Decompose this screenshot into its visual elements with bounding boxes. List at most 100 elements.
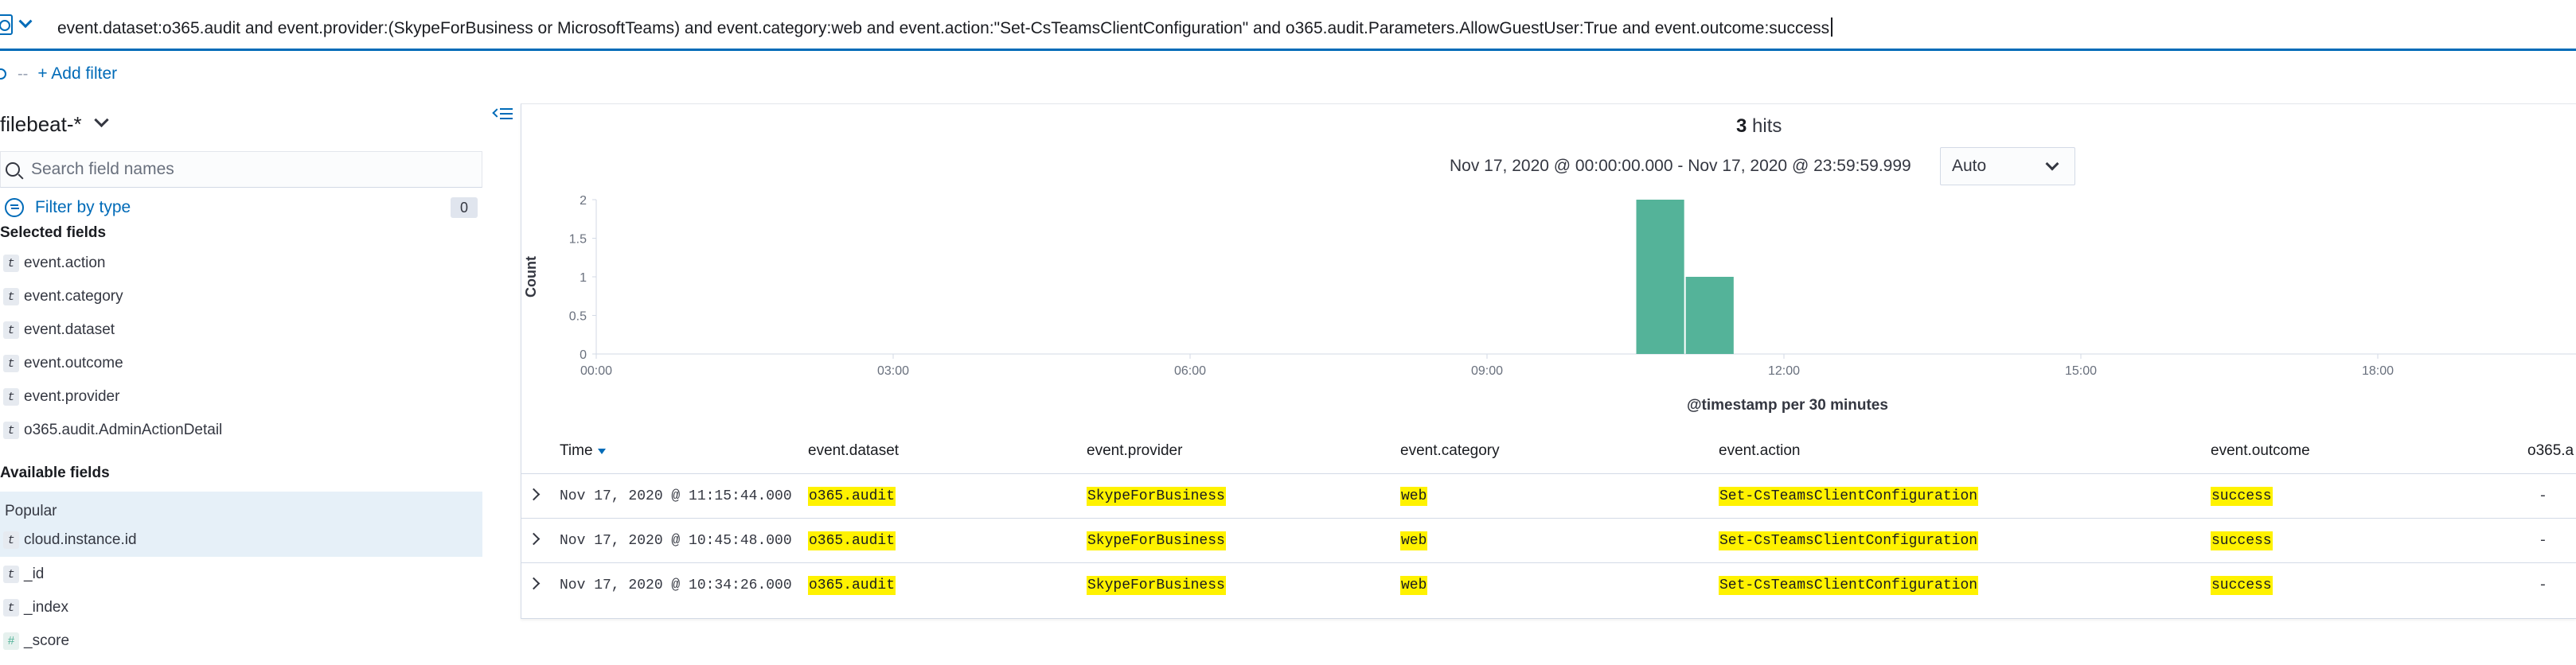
y-tick-label: 0.5 — [569, 310, 587, 324]
expand-row-icon[interactable] — [527, 577, 541, 590]
provider-cell: SkypeForBusiness — [1087, 474, 1226, 519]
highlight: success — [2211, 576, 2273, 595]
highlight: success — [2211, 487, 2273, 506]
hits-counter: 3 hits — [1736, 115, 1895, 138]
field-name: event.outcome — [24, 355, 123, 371]
field-name: event.dataset — [24, 321, 115, 338]
column-header-o365-audit[interactable]: o365.a — [2527, 429, 2574, 473]
search-icon — [6, 162, 20, 177]
filter-row: -- + Add filter — [0, 62, 117, 86]
menu-line — [500, 108, 513, 110]
popular-field-item[interactable]: t cloud.instance.id — [0, 527, 482, 554]
text-cursor — [1831, 18, 1833, 37]
interval-select[interactable]: Auto — [1940, 147, 2075, 185]
query-input[interactable]: event.dataset:o365.audit and event.provi… — [57, 18, 1833, 38]
x-tick-label: 09:00 — [1471, 364, 1503, 378]
time-cell: Nov 17, 2020 @ 10:34:26.000 — [560, 578, 792, 593]
selected-field-item[interactable]: t event.outcome — [0, 350, 482, 377]
highlight: success — [2211, 531, 2273, 550]
outcome-cell: success — [2211, 519, 2273, 563]
sort-down-icon[interactable] — [597, 449, 606, 454]
string-type-icon: t — [3, 321, 19, 339]
string-type-icon: t — [3, 599, 19, 616]
action-cell: Set-CsTeamsClientConfiguration — [1719, 563, 1979, 608]
filter-by-type[interactable]: Filter by type 0 — [0, 196, 482, 220]
column-header-time[interactable]: Time — [560, 429, 606, 473]
table-row[interactable]: Nov 17, 2020 @ 11:15:44.000 o365.audit S… — [521, 473, 2576, 518]
collapse-sidebar-button[interactable] — [492, 105, 514, 122]
x-tick-label: 18:00 — [2362, 364, 2394, 378]
column-header-event-provider[interactable]: event.provider — [1087, 429, 1182, 473]
column-header-label: Time — [560, 442, 593, 459]
x-tick-label: 15:00 — [2065, 364, 2097, 378]
filter-by-type-label[interactable]: Filter by type — [35, 198, 131, 217]
category-cell: web — [1400, 474, 1428, 519]
highlight: web — [1400, 531, 1428, 550]
column-header-event-outcome[interactable]: event.outcome — [2211, 429, 2310, 473]
table-row[interactable]: Nov 17, 2020 @ 10:45:48.000 o365.audit S… — [521, 518, 2576, 562]
detail-cell: - — [2539, 533, 2547, 549]
expand-row-icon[interactable] — [527, 488, 541, 501]
detail-cell: - — [2539, 578, 2547, 593]
highlight: SkypeForBusiness — [1087, 576, 1226, 595]
histogram-chart: 0 0.5 1 1.5 2 Count 00:00 03:00 06:00 09:00 12:00 1… — [523, 194, 2576, 378]
column-header-event-action[interactable]: event.action — [1719, 429, 1800, 473]
highlight: web — [1400, 487, 1428, 506]
selected-field-item[interactable]: t event.category — [0, 283, 482, 310]
y-tick-label: 2 — [580, 194, 587, 208]
index-pattern-label: filebeat-* — [0, 111, 82, 136]
x-tick-label: 00:00 — [580, 364, 612, 378]
time-cell: Nov 17, 2020 @ 11:15:44.000 — [560, 488, 792, 504]
provider-cell: SkypeForBusiness — [1087, 563, 1226, 608]
field-name: cloud.instance.id — [24, 531, 137, 548]
dataset-cell: o365.audit — [808, 474, 896, 519]
selected-field-item[interactable]: t o365.audit.AdminActionDetail — [0, 417, 482, 444]
query-language-switcher[interactable] — [0, 11, 46, 38]
outcome-cell: success — [2211, 474, 2273, 519]
string-type-icon: t — [3, 388, 19, 406]
highlight: Set-CsTeamsClientConfiguration — [1719, 531, 1979, 550]
available-field-item[interactable]: # _score — [0, 628, 482, 655]
highlight: o365.audit — [808, 487, 896, 506]
available-field-item[interactable]: t _index — [0, 594, 482, 621]
filter-icon — [5, 198, 24, 217]
highlight: web — [1400, 576, 1428, 595]
field-search[interactable] — [0, 151, 482, 188]
dataset-cell: o365.audit — [808, 563, 896, 608]
column-header-event-dataset[interactable]: event.dataset — [808, 429, 899, 473]
column-header-event-category[interactable]: event.category — [1400, 429, 1500, 473]
hits-count: 3 — [1736, 115, 1747, 137]
popular-label: Popular — [5, 503, 57, 519]
field-name: event.category — [24, 288, 123, 305]
y-axis-title: Count — [523, 256, 539, 298]
query-text: event.dataset:o365.audit and event.provi… — [57, 19, 1830, 37]
time-range-label: Nov 17, 2020 @ 00:00:00.000 - Nov 17, 20… — [1450, 157, 1911, 175]
hits-label: hits — [1752, 115, 1782, 137]
highlight: SkypeForBusiness — [1087, 531, 1226, 550]
string-type-icon: t — [3, 531, 19, 549]
selected-field-item[interactable]: t event.action — [0, 250, 482, 277]
x-tick-label: 12:00 — [1768, 364, 1800, 378]
field-name: _score — [24, 632, 70, 649]
add-filter-button[interactable]: + Add filter — [37, 64, 117, 84]
field-name: _id — [24, 566, 45, 582]
available-fields-title: Available fields — [0, 465, 110, 481]
search-field-names-input[interactable] — [31, 160, 445, 179]
filter-options-icon[interactable] — [0, 68, 6, 80]
menu-line — [500, 113, 513, 115]
expand-row-icon[interactable] — [527, 532, 541, 546]
y-tick-label: 1 — [580, 271, 587, 285]
selected-field-item[interactable]: t event.dataset — [0, 317, 482, 344]
category-cell: web — [1400, 563, 1428, 608]
available-field-item[interactable]: t _id — [0, 561, 482, 588]
dataset-cell: o365.audit — [808, 519, 896, 563]
query-bar: event.dataset:o365.audit and event.provi… — [0, 0, 2576, 51]
highlight: Set-CsTeamsClientConfiguration — [1719, 576, 1979, 595]
interval-value: Auto — [1952, 157, 1987, 175]
number-type-icon: # — [3, 632, 19, 650]
highlight: o365.audit — [808, 531, 896, 550]
index-pattern-selector[interactable]: filebeat-* — [0, 108, 109, 140]
highlight: o365.audit — [808, 576, 896, 595]
selected-field-item[interactable]: t event.provider — [0, 383, 482, 410]
table-row[interactable]: Nov 17, 2020 @ 10:34:26.000 o365.audit S… — [521, 562, 2576, 607]
